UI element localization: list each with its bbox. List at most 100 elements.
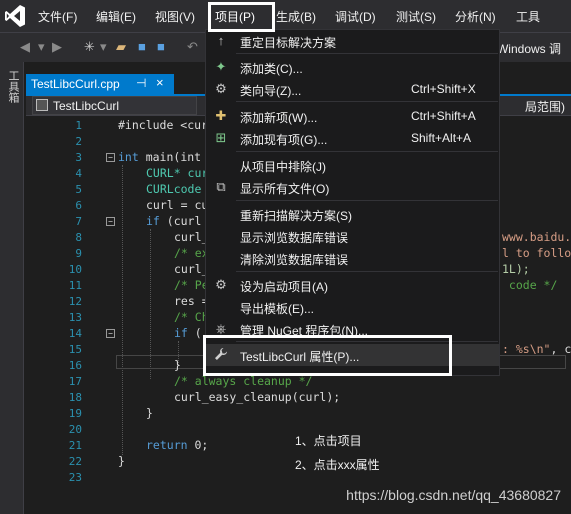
menu-item-rescan-solution[interactable]: 重新扫描解决方案(S): [206, 203, 499, 225]
document-tab-label: TestLibcCurl.cpp: [31, 77, 120, 91]
line-number: 1: [75, 119, 82, 132]
arrow-up-icon: ↑: [217, 33, 225, 48]
instruction-step-2: 2、点击xxx属性: [295, 458, 380, 472]
line-number: 5: [75, 183, 82, 196]
new-project-icon[interactable]: ✳: [84, 39, 95, 55]
save-all-icon[interactable]: ■: [157, 39, 165, 54]
code-line: curl_: [174, 262, 209, 276]
line-number: 20: [68, 423, 82, 436]
menu-separator: [236, 151, 498, 152]
annotation-box-properties-item: [203, 335, 452, 376]
line-number: 3: [75, 151, 82, 164]
line-number: 18: [68, 391, 82, 404]
code-fragment: 1L);: [502, 262, 530, 276]
code-line: /* ex: [174, 246, 209, 260]
document-tab[interactable]: TestLibcCurl.cpp ⊣ ×: [26, 74, 174, 94]
code-line: curl_: [174, 230, 209, 244]
dropdown-arrow-icon[interactable]: ▾: [38, 39, 45, 55]
code-line: }: [118, 454, 125, 468]
line-number: 21: [68, 439, 82, 452]
menu-file[interactable]: 文件(F): [38, 8, 77, 25]
menu-item-retarget-solution[interactable]: ↑ 重定目标解决方案: [206, 30, 499, 52]
project-dropdown[interactable]: TestLibcCurl: [32, 96, 197, 115]
menu-item-exclude-from-project[interactable]: 从项目中排除(J): [206, 154, 499, 176]
undo-icon[interactable]: ↶: [187, 39, 198, 55]
collapse-icon[interactable]: −: [106, 329, 115, 338]
save-icon[interactable]: ■: [138, 39, 146, 54]
collapse-icon[interactable]: −: [106, 217, 115, 226]
code-fragment: www.baidu.co: [502, 230, 571, 244]
menu-view[interactable]: 视图(V): [155, 8, 195, 25]
line-number: 4: [75, 167, 82, 180]
visual-studio-logo-icon: [5, 5, 25, 27]
line-number: 6: [75, 199, 82, 212]
code-fragment: l to follo: [502, 246, 571, 260]
menu-item-add-new-item[interactable]: ✚ 添加新项(W)... Ctrl+Shift+A: [206, 105, 499, 127]
menu-separator: [236, 200, 498, 201]
gear-icon: ⚙: [215, 277, 227, 292]
line-number: 13: [68, 311, 82, 324]
menu-item-add-class[interactable]: ✦ 添加类(C)...: [206, 56, 499, 78]
menu-separator: [236, 101, 498, 102]
project-dropdown-label: TestLibcCurl: [53, 99, 120, 113]
project-menu-dropdown: ↑ 重定目标解决方案 ✦ 添加类(C)... ⚙ 类向导(Z)... Ctrl+…: [205, 29, 500, 376]
dropdown-arrow-icon[interactable]: ▾: [100, 39, 107, 55]
line-number: 23: [68, 471, 82, 484]
toolbox-label[interactable]: 工具箱: [5, 70, 21, 103]
menu-separator: [236, 271, 498, 272]
code-line: #include <cur: [118, 118, 209, 132]
line-number: 15: [68, 343, 82, 356]
line-number: 7: [75, 215, 82, 228]
line-number: 10: [68, 263, 82, 276]
code-line: }: [174, 358, 181, 372]
line-number: 19: [68, 407, 82, 420]
editor-margin: [26, 117, 54, 514]
annotation-box-project-menu: [208, 2, 275, 32]
add-existing-item-icon: ⊞: [215, 130, 227, 145]
toolbar-platform-label[interactable]: Windows 调: [497, 40, 561, 57]
code-line: /* always cleanup */: [174, 374, 313, 388]
code-line: }: [146, 406, 153, 420]
line-number: 17: [68, 375, 82, 388]
menu-debug[interactable]: 调试(D): [335, 8, 376, 25]
add-new-item-icon: ✚: [215, 108, 227, 123]
forward-icon[interactable]: ▶: [52, 39, 62, 55]
back-icon[interactable]: ◀: [20, 39, 30, 55]
code-line: CURL* cur: [146, 166, 209, 180]
menu-item-set-startup-project[interactable]: ⚙ 设为启动项目(A): [206, 274, 499, 296]
menu-build[interactable]: 生成(B): [276, 8, 316, 25]
menu-item-class-wizard[interactable]: ⚙ 类向导(Z)... Ctrl+Shift+X: [206, 78, 499, 100]
cpp-project-icon: [36, 99, 48, 111]
menu-tools[interactable]: 工具: [516, 8, 540, 25]
instruction-step-1: 1、点击项目: [295, 434, 362, 448]
menu-item-add-existing-item[interactable]: ⊞ 添加现有项(G)... Shift+Alt+A: [206, 127, 499, 149]
menu-bar: 文件(F) 编辑(E) 视图(V) 项目(P) 生成(B) 调试(D) 测试(S…: [0, 0, 571, 32]
close-icon[interactable]: ×: [156, 75, 164, 90]
menu-item-show-all-files[interactable]: ⧉ 显示所有文件(O): [206, 176, 499, 198]
line-number: 14: [68, 327, 82, 340]
menu-item-clear-browse-db-errors[interactable]: 清除浏览数据库错误: [206, 247, 499, 269]
class-wizard-icon: ⚙: [215, 81, 227, 96]
menu-edit[interactable]: 编辑(E): [96, 8, 136, 25]
code-line: /* Ch: [174, 310, 209, 324]
code-line: res =: [174, 294, 209, 308]
collapse-icon[interactable]: −: [106, 153, 115, 162]
code-line: CURLcode: [146, 182, 202, 196]
code-line: curl_easy_cleanup(curl);: [174, 390, 341, 404]
code-fragment: code */: [502, 278, 558, 292]
line-number: 9: [75, 247, 82, 260]
code-line: curl = cu: [146, 198, 209, 212]
pin-icon[interactable]: ⊣: [136, 76, 146, 90]
menu-test[interactable]: 测试(S): [396, 8, 436, 25]
line-number: 2: [75, 135, 82, 148]
toolbox-strip[interactable]: 工具箱: [0, 62, 24, 514]
line-number: 11: [68, 279, 82, 292]
scope-dropdown-label[interactable]: 局范围): [525, 98, 565, 115]
menu-item-show-browse-db-errors[interactable]: 显示浏览数据库错误: [206, 225, 499, 247]
open-folder-icon[interactable]: ▰: [116, 39, 126, 55]
menu-analyze[interactable]: 分析(N): [455, 8, 496, 25]
code-line: if (: [174, 326, 202, 340]
code-fragment: : %s\n", c: [502, 342, 571, 356]
menu-item-export-template[interactable]: 导出模板(E)...: [206, 296, 499, 318]
code-line: if (curl: [146, 214, 202, 228]
